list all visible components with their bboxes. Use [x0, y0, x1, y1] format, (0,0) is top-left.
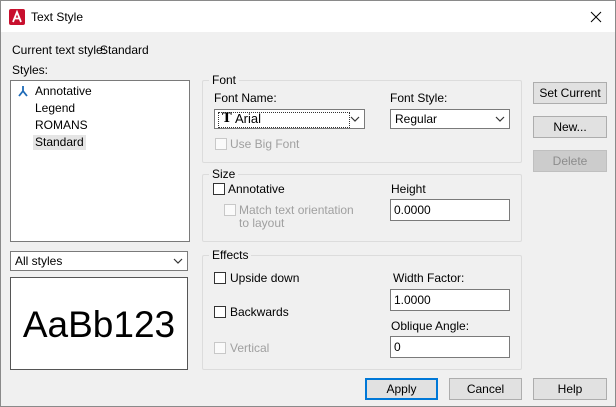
delete-button[interactable]: Delete — [533, 150, 607, 172]
annotative-checkbox[interactable] — [213, 183, 225, 195]
height-label: Height — [391, 182, 426, 196]
styles-filter-value: All styles — [15, 254, 63, 268]
use-big-font-checkbox[interactable] — [215, 138, 227, 150]
oblique-angle-label: Oblique Angle: — [391, 319, 470, 333]
backwards-checkbox[interactable] — [214, 306, 226, 318]
style-item-romans[interactable]: ROMANS — [33, 118, 90, 133]
font-name-dropdown[interactable]: T Arial — [214, 109, 365, 129]
match-orientation-checkbox[interactable] — [224, 204, 236, 216]
oblique-angle-input[interactable]: 0 — [390, 336, 510, 358]
vertical-label: Vertical — [230, 341, 270, 355]
upside-down-label: Upside down — [230, 271, 300, 285]
upside-down-checkbox[interactable] — [214, 272, 226, 284]
close-button[interactable] — [577, 1, 615, 32]
style-item-annotative[interactable]: Annotative — [33, 84, 94, 99]
match-orientation-label-line2: to layout — [239, 216, 285, 230]
chevron-down-icon — [350, 116, 360, 122]
styles-filter-dropdown[interactable]: All styles — [10, 251, 188, 271]
styles-listbox[interactable]: Annotative Legend ROMANS Standard — [10, 80, 190, 242]
style-item-standard[interactable]: Standard — [33, 135, 86, 150]
title-bar[interactable]: Text Style — [1, 1, 615, 32]
width-factor-value: 1.0000 — [394, 293, 431, 307]
height-input[interactable]: 0.0000 — [390, 199, 510, 221]
annotative-icon — [17, 85, 29, 97]
current-style-label: Current text style: — [12, 43, 107, 57]
text-style-dialog: Text Style Current text style: Standard … — [0, 0, 616, 407]
style-item-legend[interactable]: Legend — [33, 101, 77, 116]
set-current-button[interactable]: Set Current — [533, 82, 607, 104]
font-style-value: Regular — [395, 112, 438, 126]
new-button[interactable]: New... — [533, 116, 607, 138]
help-button[interactable]: Help — [533, 378, 607, 400]
oblique-angle-value: 0 — [394, 340, 401, 354]
font-name-label: Font Name: — [214, 91, 277, 105]
height-value: 0.0000 — [394, 203, 431, 217]
size-group-label: Size — [209, 167, 239, 181]
width-factor-input[interactable]: 1.0000 — [390, 289, 510, 311]
chevron-down-icon — [173, 258, 183, 264]
font-name-value: Arial — [235, 111, 262, 126]
autocad-app-icon — [9, 9, 25, 25]
styles-label: Styles: — [12, 63, 49, 77]
apply-button[interactable]: Apply — [365, 378, 438, 400]
match-orientation-label-line1: Match text orientation — [239, 203, 354, 217]
width-factor-label: Width Factor: — [393, 271, 465, 285]
preview-box: AaBb123 — [10, 277, 188, 370]
effects-group-label: Effects — [209, 248, 252, 262]
truetype-icon: T — [222, 111, 232, 126]
close-icon — [590, 11, 602, 22]
chevron-down-icon — [495, 116, 505, 122]
font-group-label: Font — [209, 73, 240, 87]
cancel-button[interactable]: Cancel — [449, 378, 522, 400]
font-style-dropdown[interactable]: Regular — [390, 109, 510, 129]
preview-text: AaBb123 — [22, 304, 176, 345]
font-style-label: Font Style: — [390, 91, 448, 105]
window-title: Text Style — [31, 10, 84, 24]
use-big-font-label: Use Big Font — [230, 137, 300, 151]
backwards-label: Backwards — [230, 305, 289, 319]
annotative-label: Annotative — [228, 182, 285, 196]
current-style-value: Standard — [100, 43, 149, 57]
vertical-checkbox[interactable] — [214, 342, 226, 354]
